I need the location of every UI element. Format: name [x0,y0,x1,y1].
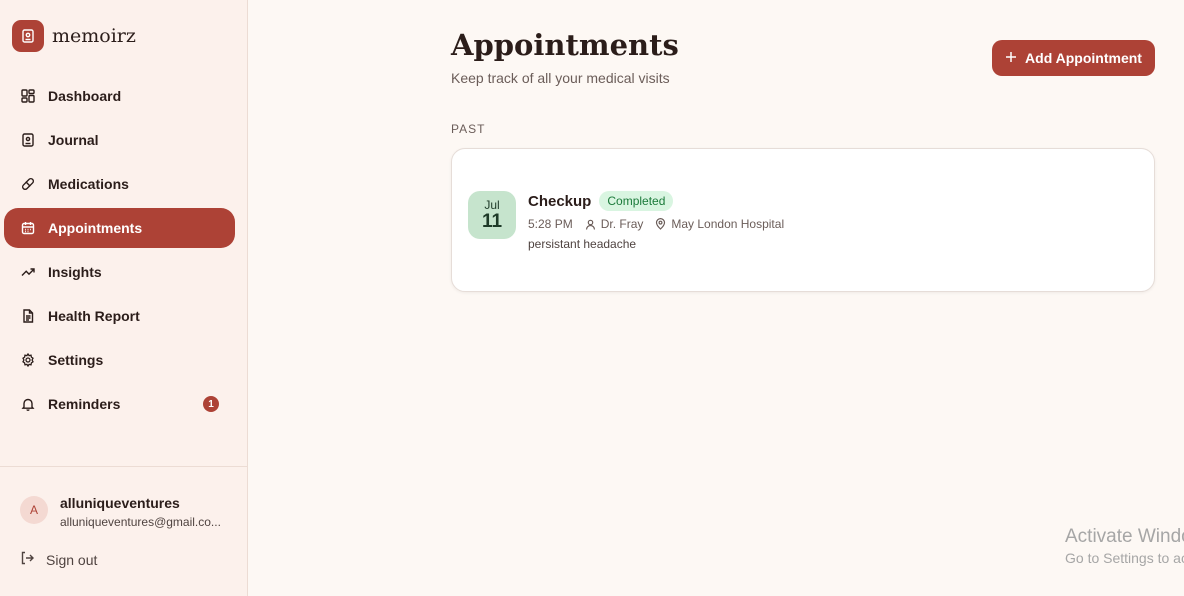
appointment-location: May London Hospital [655,217,784,231]
sidebar-item-settings[interactable]: Settings [4,340,235,380]
sidebar-item-journal[interactable]: Journal [4,120,235,160]
appointment-title: Checkup [528,192,592,210]
map-pin-icon [655,218,666,230]
trending-icon [20,264,36,280]
appointment-doctor-text: Dr. Fray [600,217,644,231]
appointment-doctor: Dr. Fray [585,217,644,231]
user-name: alluniqueventures [60,495,180,511]
journal-icon [20,132,36,148]
sidebar-item-label: Insights [48,264,102,280]
sidebar-footer: A alluniqueventures alluniqueventures@gm… [0,466,247,596]
calendar-icon [20,220,36,236]
sidebar-item-label: Settings [48,352,104,368]
sidebar-item-insights[interactable]: Insights [4,252,235,292]
appointment-meta: 5:28 PM Dr. Fray May London Hospital [528,217,796,231]
sidebar-item-label: Reminders [48,396,121,412]
sidebar-item-dashboard[interactable]: Dashboard [4,76,235,116]
brand[interactable]: memoirz [12,20,136,52]
plus-icon [1005,50,1017,66]
sidebar-item-health-report[interactable]: Health Report [4,296,235,336]
sign-out-label: Sign out [46,551,98,568]
sidebar-item-label: Health Report [48,308,140,324]
user-profile[interactable]: A alluniqueventures alluniqueventures@gm… [20,495,220,529]
sidebar-item-label: Journal [48,132,99,148]
appointment-day: 11 [481,211,503,232]
sidebar-nav: Dashboard Journal Medications Appointmen… [4,76,235,428]
document-icon [20,308,36,324]
sidebar-item-label: Dashboard [48,88,122,104]
sidebar-item-label: Medications [48,176,129,192]
sidebar-item-appointments[interactable]: Appointments [4,208,235,248]
sign-out-icon [20,551,34,568]
pill-icon [20,176,36,192]
page-title: Appointments [451,28,679,62]
sidebar-item-label: Appointments [48,220,143,236]
dashboard-icon [20,88,36,104]
sign-out-button[interactable]: Sign out [20,551,97,568]
sidebar-item-medications[interactable]: Medications [4,164,235,204]
watermark-title: Activate Windows [1065,526,1184,547]
brand-name: memoirz [52,25,136,47]
appointment-time: 5:28 PM [528,217,573,231]
gear-icon [20,352,36,368]
appointment-location-text: May London Hospital [671,217,785,231]
bell-icon [20,396,36,412]
appointment-info: Checkup Completed 5:28 PM Dr. Fray May L… [528,191,796,251]
add-appointment-label: Add Appointment [1025,50,1142,66]
appointment-card[interactable]: Jul 11 Checkup Completed 5:28 PM Dr. Fra… [451,148,1155,292]
appointment-time-text: 5:28 PM [528,217,573,231]
user-icon [585,219,596,230]
avatar: A [20,496,48,524]
sidebar-item-reminders[interactable]: Reminders 1 [4,384,235,424]
activate-windows-watermark: Activate Windows Go to Settings to activ… [1065,526,1184,566]
section-label-past: PAST [451,122,486,136]
appointment-date-box: Jul 11 [468,191,516,239]
user-email: alluniqueventures@gmail.co... [60,515,220,529]
reminders-count-badge: 1 [203,396,219,412]
add-appointment-button[interactable]: Add Appointment [992,40,1155,76]
page-subtitle: Keep track of all your medical visits [451,70,670,86]
brand-logo-icon [12,20,44,52]
watermark-subtitle: Go to Settings to activate Windows. [1065,550,1184,566]
sidebar: memoirz Dashboard Journal Medications Ap… [0,0,248,596]
appointment-notes: persistant headache [528,237,637,251]
status-badge: Completed [599,191,674,211]
